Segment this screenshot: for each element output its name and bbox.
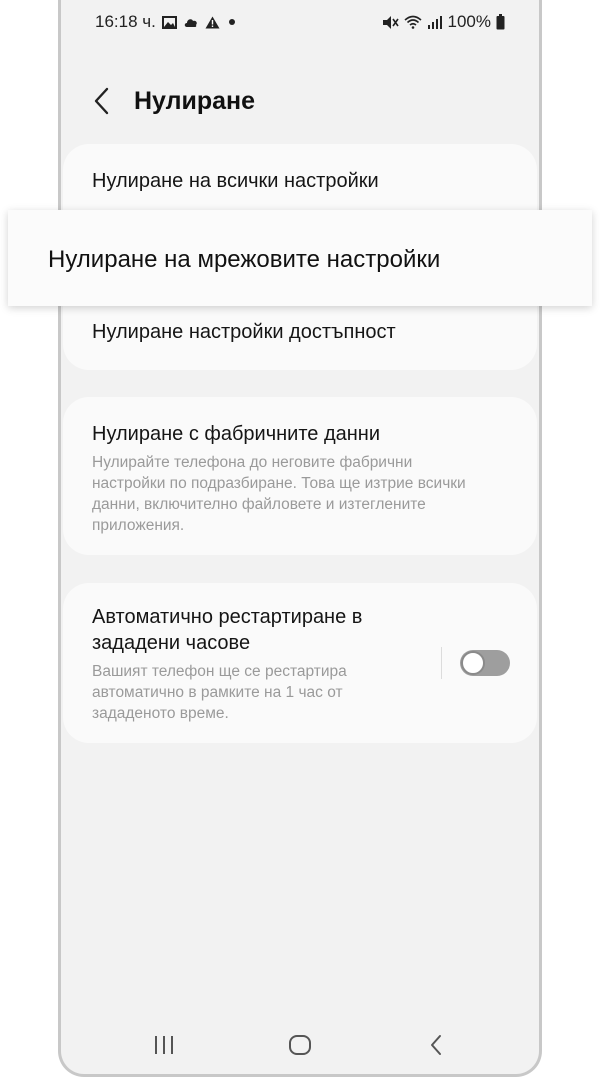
battery-percent: 100%	[447, 12, 491, 31]
dot-icon	[226, 16, 238, 28]
auto-restart-card[interactable]: Автоматично рестартиране в зададени часо…	[63, 583, 537, 743]
status-bar: 16:18 ч. 100%	[61, 4, 539, 38]
chevron-left-icon	[94, 87, 109, 115]
factory-reset-title: Нулиране с фабричните данни	[92, 423, 381, 445]
toggle-divider	[441, 647, 442, 679]
auto-restart-title-line1: Автоматично рестартиране в	[92, 606, 363, 628]
factory-reset-card[interactable]: Нулиране с фабричните данни Нулирайте те…	[63, 397, 537, 555]
nav-bar	[61, 1022, 539, 1066]
recent-apps-icon	[155, 1036, 173, 1054]
mute-icon	[382, 15, 399, 30]
status-left: 16:18 ч.	[95, 12, 238, 32]
auto-restart-title-line2: зададени часове	[92, 632, 251, 654]
phone-screen: 16:18 ч. 100% Нулиране Нулиране на всичк…	[58, 0, 542, 1077]
nav-back-button[interactable]	[416, 1030, 456, 1060]
wifi-icon	[403, 15, 422, 29]
warning-icon	[205, 16, 220, 29]
header: Нулиране	[61, 78, 539, 126]
status-right: 100%	[382, 12, 505, 32]
back-button[interactable]	[87, 86, 117, 116]
reset-accessibility-settings-item[interactable]: Нулиране настройки достъпност	[92, 321, 396, 344]
factory-reset-description: Нулирайте телефона до неговите фабрични …	[92, 454, 466, 534]
recent-apps-button[interactable]	[144, 1030, 184, 1060]
battery-icon	[496, 14, 505, 30]
reset-all-settings-item[interactable]: Нулиране на всички настройки	[92, 170, 379, 193]
toggle-knob	[461, 651, 485, 675]
signal-icon	[427, 15, 443, 29]
back-icon	[431, 1035, 441, 1055]
reset-network-settings-item[interactable]: Нулиране на мрежовите настройки	[8, 210, 592, 306]
reset-network-settings-label: Нулиране на мрежовите настройки	[48, 246, 441, 273]
auto-restart-toggle[interactable]	[460, 650, 510, 676]
page-title: Нулиране	[134, 87, 256, 115]
image-icon	[161, 15, 177, 29]
cloud-icon	[183, 17, 199, 28]
home-button[interactable]	[280, 1030, 320, 1060]
status-time: 16:18 ч.	[95, 12, 156, 31]
auto-restart-description: Вашият телефон ще се рестартира автомати…	[92, 663, 347, 722]
home-icon	[289, 1035, 311, 1055]
